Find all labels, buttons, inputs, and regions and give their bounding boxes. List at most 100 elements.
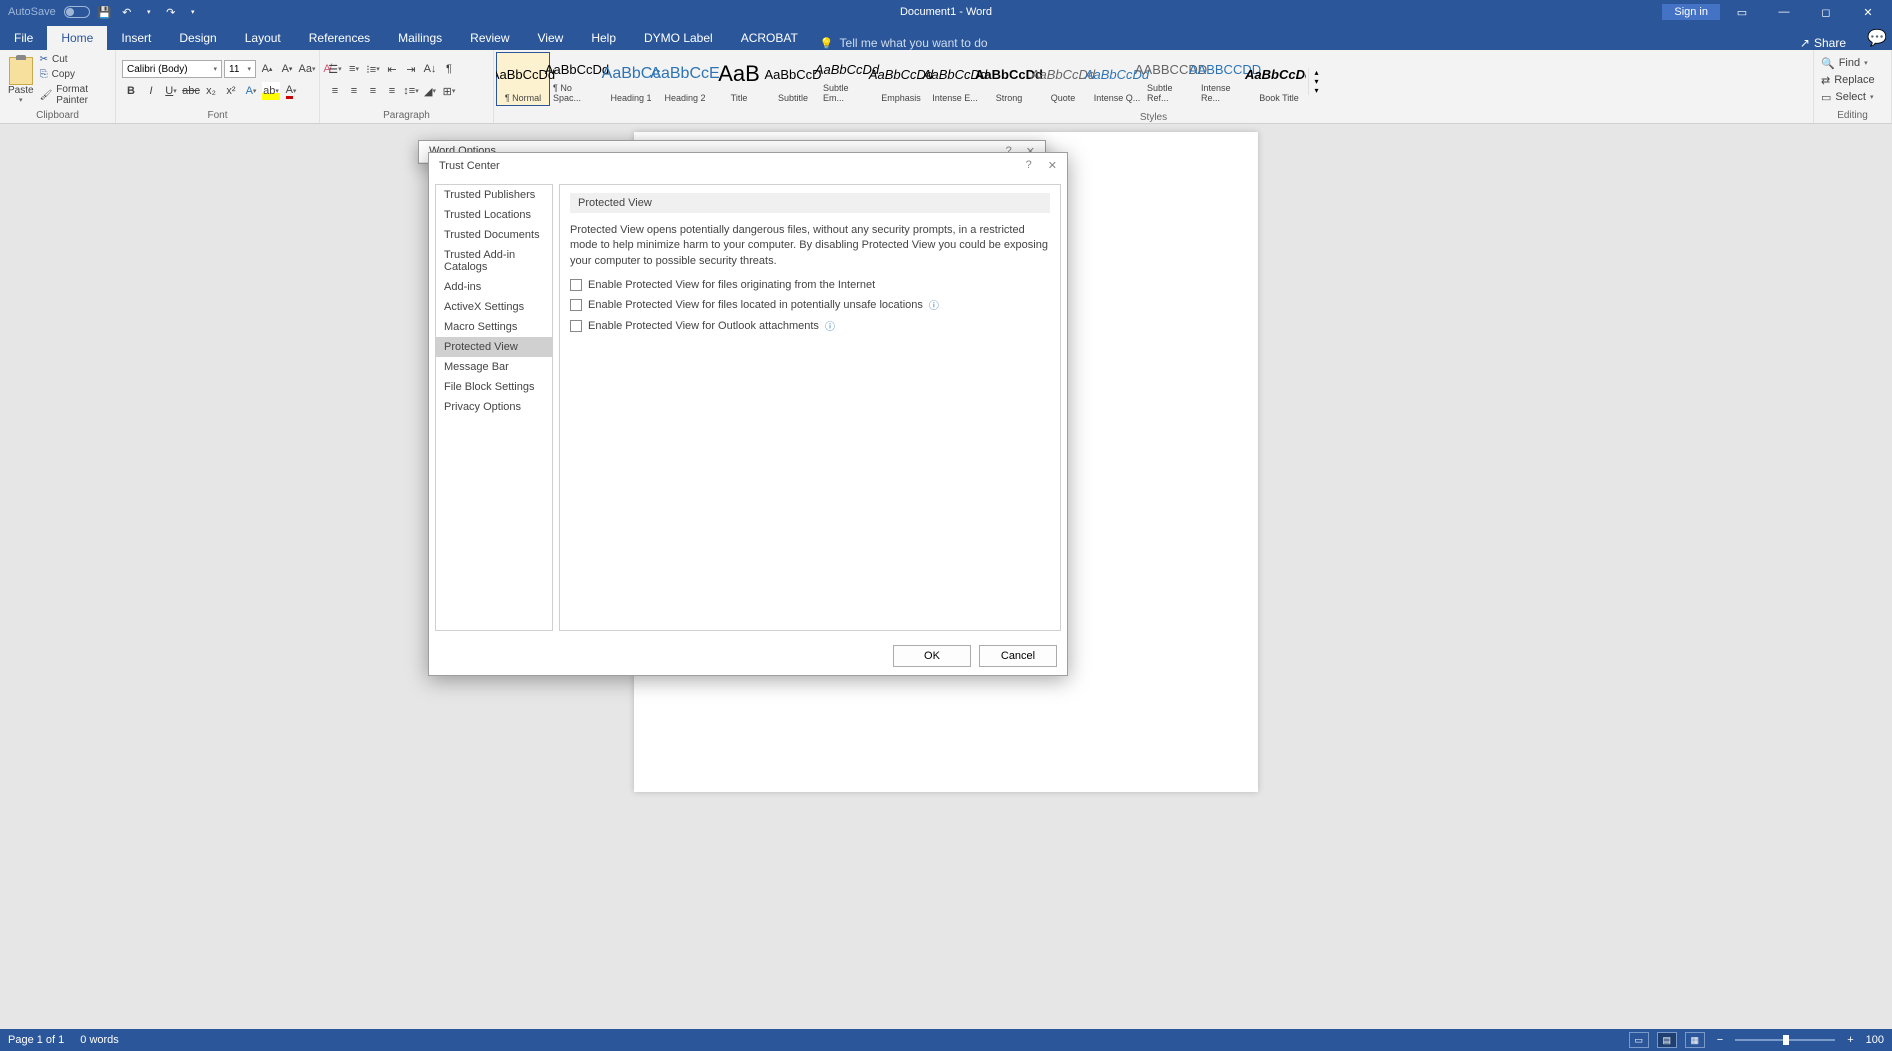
style-item[interactable]: AaBbCcEHeading 2 bbox=[658, 52, 712, 106]
line-spacing-button[interactable]: ↕≡▾ bbox=[402, 82, 420, 100]
subscript-button[interactable]: x₂ bbox=[202, 82, 220, 100]
style-item[interactable]: AaBbCcDdEmphasis bbox=[874, 52, 928, 106]
sort-button[interactable]: A↓ bbox=[421, 60, 439, 78]
cancel-button[interactable]: Cancel bbox=[979, 645, 1057, 667]
tab-insert[interactable]: Insert bbox=[107, 26, 165, 50]
style-item[interactable]: AABBCCDDIntense Re... bbox=[1198, 52, 1252, 106]
decrease-indent-button[interactable]: ⇤ bbox=[383, 60, 401, 78]
change-case-button[interactable]: Aa▾ bbox=[298, 60, 316, 78]
strikethrough-button[interactable]: abc bbox=[182, 82, 200, 100]
close-icon[interactable]: ✕ bbox=[1848, 0, 1888, 24]
redo-icon[interactable]: ↷ bbox=[164, 5, 178, 19]
highlight-button[interactable]: ab▾ bbox=[262, 82, 280, 100]
font-name-combo[interactable]: Calibri (Body)▾ bbox=[122, 60, 222, 78]
tab-view[interactable]: View bbox=[524, 26, 578, 50]
styles-scroll-down[interactable]: ▾ bbox=[1309, 77, 1324, 86]
qat-customize-icon[interactable]: ▾ bbox=[186, 5, 200, 19]
minimize-icon[interactable]: — bbox=[1764, 0, 1804, 24]
zoom-level[interactable]: 100 bbox=[1866, 1034, 1884, 1046]
font-color-button[interactable]: A▾ bbox=[282, 82, 300, 100]
shading-button[interactable]: ◢▾ bbox=[421, 82, 439, 100]
tab-acrobat[interactable]: ACROBAT bbox=[727, 26, 812, 50]
close-icon[interactable]: ✕ bbox=[1048, 159, 1057, 172]
tab-mailings[interactable]: Mailings bbox=[384, 26, 456, 50]
checkbox-internet[interactable] bbox=[570, 279, 582, 291]
tab-layout[interactable]: Layout bbox=[231, 26, 295, 50]
signin-button[interactable]: Sign in bbox=[1662, 4, 1720, 20]
shrink-font-button[interactable]: A▾ bbox=[278, 60, 296, 78]
find-button[interactable]: 🔍Find▾ bbox=[1820, 56, 1876, 71]
style-item[interactable]: AaBbCcDdStrong bbox=[982, 52, 1036, 106]
tc-sidebar-item[interactable]: Trusted Publishers bbox=[436, 185, 552, 205]
tc-sidebar-item[interactable]: Add-ins bbox=[436, 277, 552, 297]
style-item[interactable]: AaBTitle bbox=[712, 52, 766, 106]
save-icon[interactable]: 💾 bbox=[98, 5, 112, 19]
multilevel-list-button[interactable]: ⁝≡▾ bbox=[364, 60, 382, 78]
bullets-button[interactable]: ☰▾ bbox=[326, 60, 344, 78]
ok-button[interactable]: OK bbox=[893, 645, 971, 667]
zoom-out-button[interactable]: − bbox=[1713, 1034, 1727, 1046]
grow-font-button[interactable]: A▴ bbox=[258, 60, 276, 78]
tab-help[interactable]: Help bbox=[577, 26, 630, 50]
text-effects-button[interactable]: A▾ bbox=[242, 82, 260, 100]
styles-expand[interactable]: ▾ bbox=[1309, 86, 1324, 95]
undo-icon[interactable]: ↶ bbox=[120, 5, 134, 19]
tc-sidebar-item[interactable]: File Block Settings bbox=[436, 377, 552, 397]
select-button[interactable]: ▭Select▾ bbox=[1820, 90, 1876, 105]
tc-sidebar-item[interactable]: Privacy Options bbox=[436, 397, 552, 417]
format-painter-button[interactable]: Format Painter bbox=[38, 83, 109, 107]
web-layout-button[interactable]: ▦ bbox=[1685, 1032, 1705, 1048]
share-button[interactable]: ↗ Share bbox=[1784, 36, 1862, 50]
tab-design[interactable]: Design bbox=[165, 26, 230, 50]
comments-icon[interactable]: 💬 bbox=[1862, 26, 1892, 50]
increase-indent-button[interactable]: ⇥ bbox=[402, 60, 420, 78]
undo-dropdown-icon[interactable]: ▾ bbox=[142, 5, 156, 19]
tc-sidebar-item[interactable]: ActiveX Settings bbox=[436, 297, 552, 317]
styles-scroll-up[interactable]: ▴ bbox=[1309, 68, 1324, 77]
borders-button[interactable]: ⊞▾ bbox=[440, 82, 458, 100]
font-size-combo[interactable]: 11▾ bbox=[224, 60, 256, 78]
help-icon[interactable]: ? bbox=[1026, 159, 1032, 172]
paste-dropdown-icon[interactable]: ▾ bbox=[19, 96, 23, 104]
style-item[interactable]: AaBbCcDSubtitle bbox=[766, 52, 820, 106]
zoom-slider[interactable] bbox=[1735, 1039, 1835, 1041]
underline-button[interactable]: U▾ bbox=[162, 82, 180, 100]
print-layout-button[interactable]: ▤ bbox=[1657, 1032, 1677, 1048]
tc-sidebar-item[interactable]: Trusted Add-in Catalogs bbox=[436, 245, 552, 277]
replace-button[interactable]: ⇄Replace bbox=[1820, 73, 1876, 88]
numbering-button[interactable]: ≡▾ bbox=[345, 60, 363, 78]
tc-sidebar-item[interactable]: Trusted Documents bbox=[436, 225, 552, 245]
tab-review[interactable]: Review bbox=[456, 26, 523, 50]
style-item[interactable]: AaBbCcDd¶ Normal bbox=[496, 52, 550, 106]
tc-sidebar-item[interactable]: Macro Settings bbox=[436, 317, 552, 337]
read-mode-button[interactable]: ▭ bbox=[1629, 1032, 1649, 1048]
checkbox-unsafe-locations[interactable] bbox=[570, 299, 582, 311]
style-item[interactable]: AaBbCcDd¶ No Spac... bbox=[550, 52, 604, 106]
style-item[interactable]: AaBbCcDdBook Title bbox=[1252, 52, 1306, 106]
tc-sidebar-item[interactable]: Trusted Locations bbox=[436, 205, 552, 225]
maximize-icon[interactable]: ◻ bbox=[1806, 0, 1846, 24]
tab-dymo[interactable]: DYMO Label bbox=[630, 26, 727, 50]
justify-button[interactable]: ≡ bbox=[383, 82, 401, 100]
zoom-thumb[interactable] bbox=[1783, 1035, 1789, 1045]
paste-button[interactable]: Paste ▾ bbox=[6, 57, 36, 104]
tab-home[interactable]: Home bbox=[47, 26, 107, 50]
bold-button[interactable]: B bbox=[122, 82, 140, 100]
align-left-button[interactable]: ≡ bbox=[326, 82, 344, 100]
autosave-toggle[interactable] bbox=[64, 6, 90, 18]
tab-references[interactable]: References bbox=[295, 26, 384, 50]
tc-sidebar-item[interactable]: Message Bar bbox=[436, 357, 552, 377]
checkbox-outlook[interactable] bbox=[570, 320, 582, 332]
align-center-button[interactable]: ≡ bbox=[345, 82, 363, 100]
align-right-button[interactable]: ≡ bbox=[364, 82, 382, 100]
cut-button[interactable]: Cut bbox=[38, 53, 109, 66]
info-icon[interactable]: ⓘ bbox=[929, 297, 939, 312]
show-marks-button[interactable]: ¶ bbox=[440, 60, 458, 78]
style-item[interactable]: AaBbCcDdSubtle Em... bbox=[820, 52, 874, 106]
info-icon[interactable]: ⓘ bbox=[825, 318, 835, 333]
superscript-button[interactable]: x² bbox=[222, 82, 240, 100]
copy-button[interactable]: Copy bbox=[38, 68, 109, 81]
italic-button[interactable]: I bbox=[142, 82, 160, 100]
ribbon-display-options-icon[interactable]: ▭ bbox=[1722, 0, 1762, 24]
tab-file[interactable]: File bbox=[0, 26, 47, 50]
